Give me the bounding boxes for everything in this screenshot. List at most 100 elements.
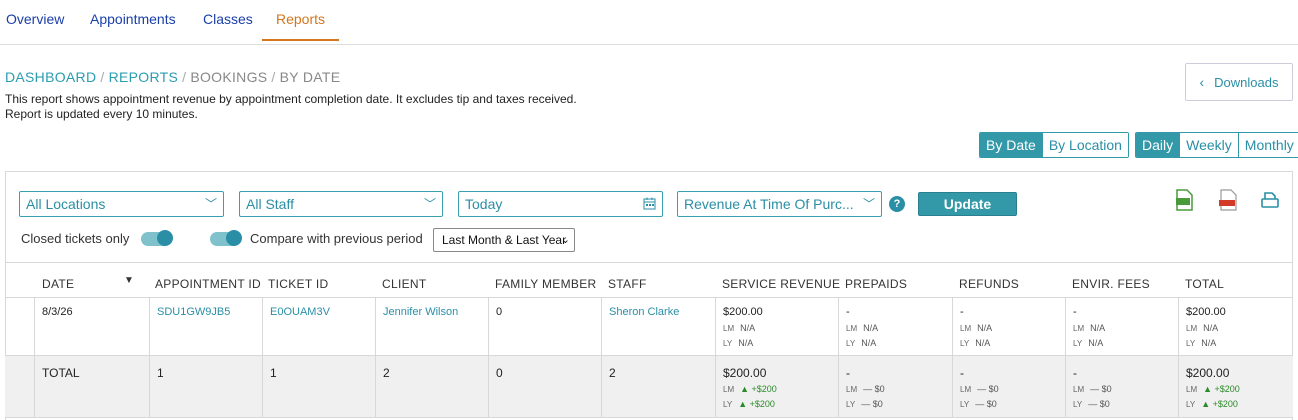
cell-grand-total: $200.00 LM ▲ +$200 LY ▲ +$200 [1178, 356, 1293, 417]
weekly-button[interactable]: Weekly [1179, 133, 1238, 157]
ly-value: LY N/A [723, 338, 754, 348]
appointment-id-link[interactable]: SDU1GW9JB5 [157, 306, 230, 318]
cell-total-service-revenue: $200.00 LM ▲ +$200 LY ▲ +$200 [715, 356, 838, 417]
compare-switch[interactable] [210, 229, 242, 246]
lm-delta: LM — $0 [846, 384, 885, 394]
envir-fees-value: - [1073, 306, 1077, 318]
lm-value: LM N/A [960, 323, 993, 333]
lm-delta: LM — $0 [960, 384, 999, 394]
header-client: CLIENT [382, 277, 427, 291]
tab-appointments[interactable]: Appointments [90, 11, 176, 39]
table-total-row: TOTAL 1 1 2 0 2 $200.00 LM ▲ +$200 LY ▲ +$… [5, 356, 1293, 418]
cell-client-count: 2 [375, 356, 488, 417]
main-tabs: Overview Appointments Classes Reports [0, 0, 1298, 45]
chevron-down-icon: ⌄ [560, 234, 570, 246]
staff-link[interactable]: Sheron Clarke [609, 306, 679, 318]
sort-desc-icon[interactable]: ▼ [124, 275, 134, 286]
breadcrumb-dashboard[interactable]: DASHBOARD [5, 69, 96, 85]
cell-appointment-count: 1 [149, 356, 262, 417]
compare-label: Compare with previous period [250, 231, 423, 246]
header-family-member: FAMILY MEMBER [495, 277, 597, 291]
cell-total: $200.00 LM N/A LY N/A [1178, 298, 1293, 355]
ly-value: LY N/A [846, 338, 877, 348]
tab-reports[interactable]: Reports [262, 11, 340, 41]
header-envir-fees: ENVIR. FEES [1072, 277, 1150, 291]
header-ticket-id: TICKET ID [268, 277, 329, 291]
cell-appointment-id: SDU1GW9JB5 [149, 298, 262, 355]
ly-delta: LY — $0 [1073, 399, 1110, 409]
chevron-left-icon: ‹ [1199, 74, 1205, 90]
ticket-id-link[interactable]: E0OUAM3V [270, 306, 330, 318]
cell-staff-count: 2 [601, 356, 715, 417]
staff-value: All Staff [246, 196, 294, 212]
closed-tickets-row: Closed tickets only [21, 229, 174, 246]
total-prepaids: - [846, 366, 850, 380]
header-total: TOTAL [1185, 277, 1225, 291]
description-line-2: Report is updated every 10 minutes. [5, 107, 198, 121]
prepaids-value: - [846, 306, 850, 318]
cell-total-prepaids: - LM — $0 LY — $0 [838, 356, 952, 417]
breadcrumb-separator: / [182, 69, 187, 85]
lm-value: LM N/A [1186, 323, 1219, 333]
description-line-1: This report shows appointment revenue by… [5, 92, 577, 106]
downloads-button[interactable]: ‹ Downloads [1185, 63, 1293, 101]
lm-value: LM N/A [846, 323, 879, 333]
cell-envir-fees: - LM N/A LY N/A [1065, 298, 1178, 355]
monthly-button[interactable]: Monthly [1237, 133, 1298, 157]
daily-button[interactable]: Daily [1136, 133, 1180, 157]
revenue-type-value: Revenue At Time Of Purc... [684, 196, 854, 212]
pdf-export-icon[interactable] [1217, 189, 1239, 211]
location-select[interactable]: All Locations ﹀ [19, 191, 224, 217]
lm-delta: LM — $0 [1073, 384, 1112, 394]
date-input[interactable]: Today [458, 191, 663, 217]
report-description: This report shows appointment revenue by… [5, 92, 577, 122]
revenue-type-select[interactable]: Revenue At Time Of Purc... ﹀ [677, 191, 882, 217]
calendar-icon[interactable] [643, 192, 656, 216]
view-toggle: By Date By Location [979, 132, 1129, 158]
cell-staff: Sheron Clarke [601, 298, 715, 355]
update-button[interactable]: Update [918, 192, 1017, 216]
header-date[interactable]: DATE [42, 277, 74, 291]
breadcrumb-current: BY DATE [279, 69, 341, 85]
tab-overview[interactable]: Overview [6, 11, 64, 39]
help-icon[interactable]: ? [889, 196, 905, 212]
ly-delta: LY ▲ +$200 [1186, 399, 1238, 409]
closed-tickets-switch[interactable] [141, 229, 174, 246]
staff-select[interactable]: All Staff ﹀ [239, 191, 443, 217]
ly-value: LY N/A [1073, 338, 1104, 348]
report-table: DATE ▼ APPOINTMENT ID TICKET ID CLIENT F… [5, 262, 1293, 418]
refunds-value: - [960, 306, 964, 318]
cell-family-count: 0 [488, 356, 601, 417]
breadcrumb-separator: / [271, 69, 276, 85]
by-date-button[interactable]: By Date [980, 133, 1042, 157]
cell-refunds: - LM N/A LY N/A [952, 298, 1065, 355]
period-toggle: Daily Weekly Monthly [1135, 132, 1298, 158]
ly-delta: LY ▲ +$200 [723, 399, 775, 409]
cell-service-revenue: $200.00 LM N/A LY N/A [715, 298, 838, 355]
lm-value: LM N/A [1073, 323, 1106, 333]
breadcrumb-bookings: BOOKINGS [190, 69, 268, 85]
by-location-button[interactable]: By Location [1041, 133, 1128, 157]
ly-delta: LY — $0 [960, 399, 997, 409]
client-count: 2 [383, 366, 390, 380]
chevron-down-icon: ﹀ [860, 192, 875, 216]
compare-period-select[interactable]: Last Month & Last Year ⌄ [433, 228, 575, 252]
cell-date: 8/3/26 [34, 298, 149, 355]
compare-period-value: Last Month & Last Year [442, 233, 567, 247]
print-icon[interactable] [1259, 189, 1281, 211]
cell-total-refunds: - LM — $0 LY — $0 [952, 356, 1065, 417]
breadcrumb-separator: / [100, 69, 105, 85]
header-staff: STAFF [608, 277, 647, 291]
tab-classes[interactable]: Classes [203, 11, 253, 39]
csv-export-icon[interactable] [1173, 189, 1195, 211]
ly-delta: LY — $0 [846, 399, 883, 409]
total-service-revenue: $200.00 [723, 366, 767, 380]
ly-value: LY N/A [1186, 338, 1217, 348]
header-appointment-id: APPOINTMENT ID [155, 277, 261, 291]
header-prepaids: PREPAIDS [845, 277, 908, 291]
total-envir-fees: - [1073, 366, 1077, 380]
family-member-value: 0 [496, 306, 503, 318]
breadcrumb-reports[interactable]: REPORTS [109, 69, 179, 85]
cell-client: Jennifer Wilson [375, 298, 488, 355]
client-link[interactable]: Jennifer Wilson [383, 306, 458, 318]
